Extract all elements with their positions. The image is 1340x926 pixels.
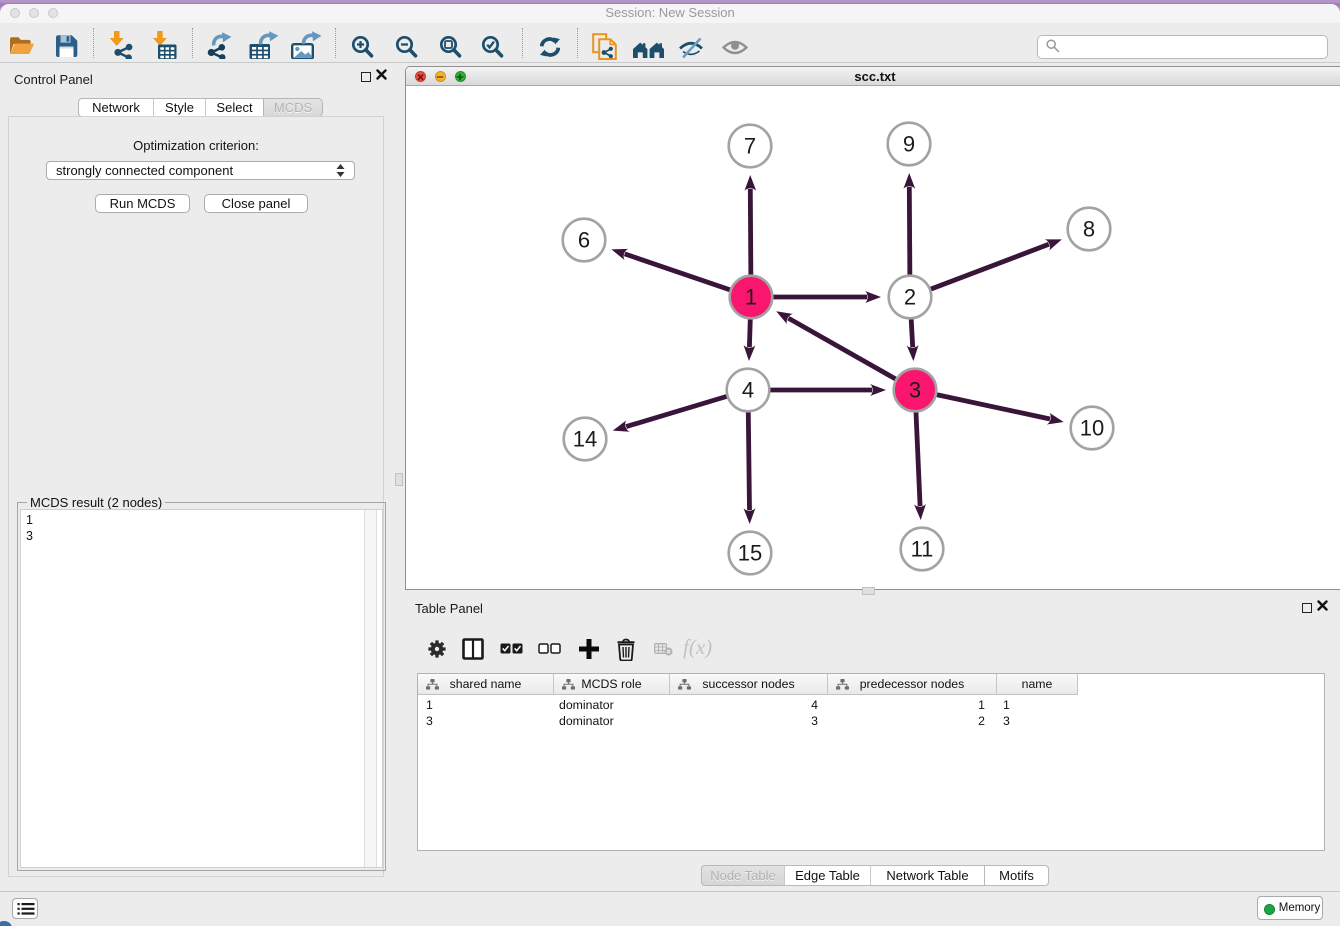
svg-text:15: 15 [738, 541, 762, 566]
svg-text:1: 1 [745, 285, 757, 310]
svg-text:11: 11 [911, 537, 934, 562]
svg-text:3: 3 [909, 378, 921, 403]
svg-text:9: 9 [903, 132, 915, 157]
svg-text:7: 7 [744, 134, 756, 159]
svg-text:4: 4 [742, 378, 754, 403]
svg-text:14: 14 [573, 427, 597, 452]
svg-text:10: 10 [1080, 416, 1104, 441]
svg-text:6: 6 [578, 228, 590, 253]
svg-text:8: 8 [1083, 217, 1095, 242]
svg-text:2: 2 [904, 285, 916, 310]
